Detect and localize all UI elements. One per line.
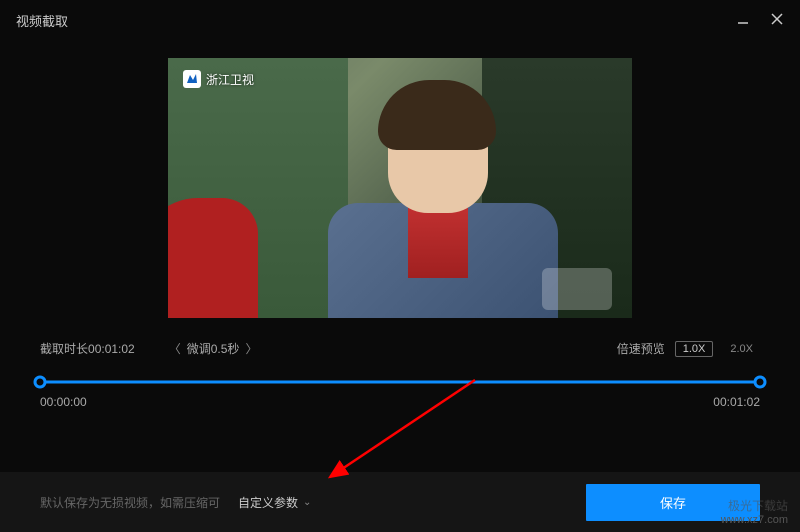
custom-params-button[interactable]: 自定义参数 ⌄	[238, 494, 311, 511]
time-labels: 00:00:00 00:01:02	[40, 395, 760, 409]
info-left: 截取时长00:01:02 〈 微调0.5秒 〉	[40, 340, 257, 357]
end-time-label: 00:01:02	[713, 395, 760, 409]
speed-preview: 倍速预览 1.0X 2.0X	[617, 340, 760, 357]
fine-tune-label: 微调0.5秒	[187, 340, 240, 357]
channel-badge: 浙江卫视	[183, 70, 254, 88]
timeline-start-handle[interactable]	[34, 376, 47, 389]
close-button[interactable]	[770, 12, 784, 29]
start-time-label: 00:00:00	[40, 395, 87, 409]
chevron-down-icon: ⌄	[303, 497, 311, 508]
window-controls	[736, 12, 784, 29]
timeline[interactable]	[40, 373, 760, 391]
channel-logo-icon	[183, 70, 201, 88]
fine-tune-next-icon[interactable]: 〉	[245, 340, 257, 357]
minimize-button[interactable]	[736, 12, 750, 29]
speed-label: 倍速预览	[617, 340, 665, 357]
timeline-end-handle[interactable]	[754, 376, 767, 389]
bottom-bar: 默认保存为无损视频，如需压缩可 自定义参数 ⌄ 保存	[0, 472, 800, 532]
timeline-track	[40, 381, 760, 384]
save-description: 默认保存为无损视频，如需压缩可	[40, 494, 220, 511]
trim-duration: 截取时长00:01:02	[40, 340, 135, 357]
bottom-left: 默认保存为无损视频，如需压缩可 自定义参数 ⌄	[40, 494, 311, 511]
custom-params-label: 自定义参数	[238, 494, 298, 511]
speed-1x-button[interactable]: 1.0X	[675, 341, 714, 357]
fine-tune-control: 〈 微调0.5秒 〉	[169, 340, 258, 357]
info-row: 截取时长00:01:02 〈 微调0.5秒 〉 倍速预览 1.0X 2.0X	[40, 340, 760, 357]
video-preview-area: 浙江卫视	[0, 40, 800, 330]
channel-name: 浙江卫视	[206, 71, 254, 88]
fine-tune-prev-icon[interactable]: 〈	[169, 340, 181, 357]
video-frame[interactable]: 浙江卫视	[168, 58, 632, 318]
speed-2x-button[interactable]: 2.0X	[723, 342, 760, 356]
window-title: 视频截取	[16, 11, 68, 30]
titlebar: 视频截取	[0, 0, 800, 40]
watermark: 极光下载站 www.xz7.com	[721, 497, 788, 526]
controls-bar: 截取时长00:01:02 〈 微调0.5秒 〉 倍速预览 1.0X 2.0X 0…	[0, 330, 800, 409]
